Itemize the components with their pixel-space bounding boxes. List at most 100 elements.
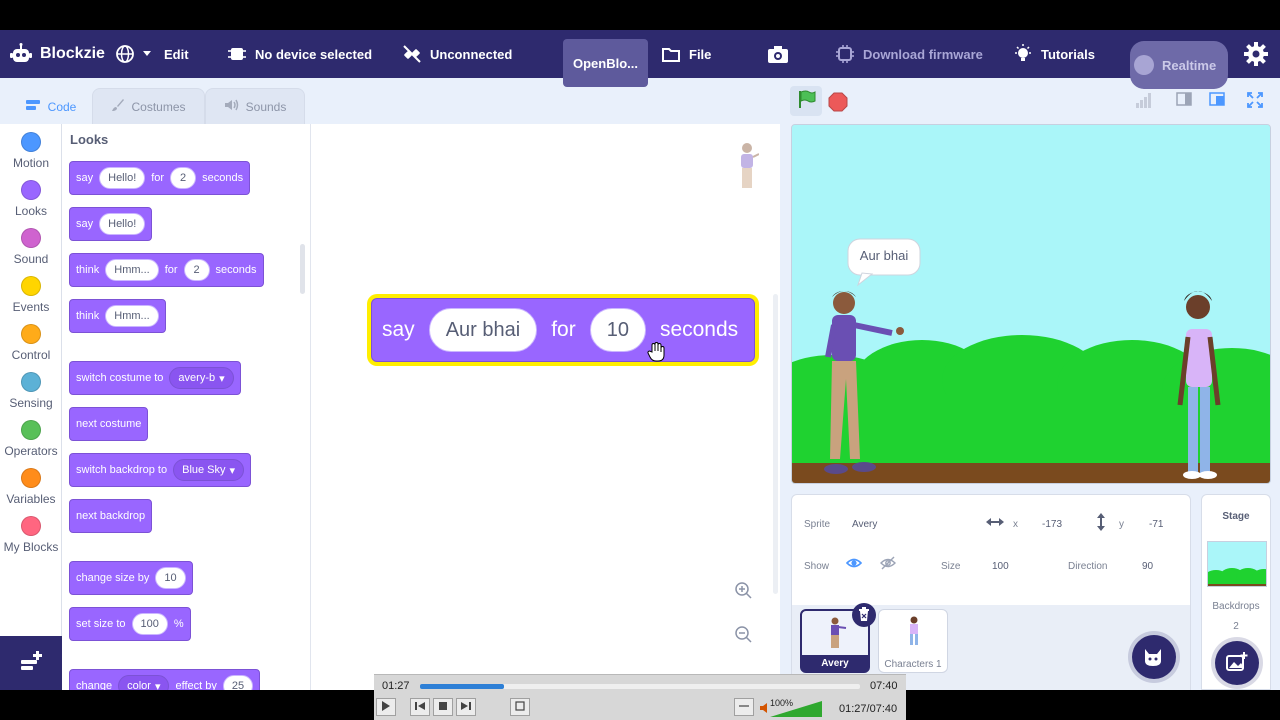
block-say[interactable]: say Hello! bbox=[69, 207, 153, 241]
volume-icon[interactable] bbox=[760, 703, 770, 716]
palette-scrollbar[interactable] bbox=[300, 244, 305, 294]
block-text: effect by bbox=[175, 680, 217, 690]
language-menu[interactable] bbox=[115, 30, 151, 78]
variables-dot bbox=[21, 468, 41, 488]
seek-bar[interactable] bbox=[420, 684, 860, 689]
fullscreen-button[interactable] bbox=[1247, 92, 1263, 113]
tab-sounds[interactable]: Sounds bbox=[205, 88, 305, 124]
add-sprite-button[interactable] bbox=[1132, 635, 1176, 679]
block-input[interactable]: Hmm... bbox=[105, 305, 159, 327]
caret-down-icon: ▾ bbox=[229, 464, 236, 477]
y-input[interactable]: -71 bbox=[1149, 519, 1163, 530]
script-area[interactable]: say Aur bhai for 10 seconds bbox=[310, 124, 780, 690]
tab-code[interactable]: Code bbox=[10, 88, 92, 124]
file-menu[interactable]: File bbox=[661, 30, 711, 78]
looks-dot bbox=[21, 180, 41, 200]
category-sound[interactable]: Sound bbox=[0, 228, 62, 266]
block-think-for[interactable]: think Hmm... for 2 seconds bbox=[69, 253, 264, 287]
volume-slider[interactable]: 100% bbox=[770, 698, 822, 717]
connection-status[interactable]: Unconnected bbox=[402, 30, 512, 78]
large-stage-button[interactable] bbox=[1209, 92, 1225, 111]
category-label: Looks bbox=[14, 204, 48, 218]
block-input[interactable]: 25 bbox=[222, 675, 254, 690]
stage-canvas[interactable]: Aur bhai bbox=[791, 124, 1271, 484]
show-visible-button[interactable] bbox=[845, 556, 863, 573]
fullscreen-icon bbox=[1247, 92, 1263, 112]
effect-dropdown[interactable]: color ▾ bbox=[118, 675, 170, 690]
tutorials-button[interactable]: Tutorials bbox=[1013, 30, 1095, 78]
aspect-button[interactable] bbox=[734, 698, 754, 716]
sprite-thumb-avery[interactable]: Avery bbox=[800, 603, 876, 673]
block-input[interactable]: Hello! bbox=[99, 167, 146, 189]
sprite-info-panel: Sprite Avery x -173 y -71 Show Size 100 … bbox=[791, 494, 1191, 690]
app-logo[interactable]: Blockzie bbox=[10, 30, 105, 78]
block-input[interactable]: 10 bbox=[155, 567, 186, 589]
stop-button[interactable] bbox=[828, 92, 848, 112]
category-looks[interactable]: Looks bbox=[0, 180, 62, 218]
trash-icon bbox=[858, 606, 870, 624]
stage-selector[interactable]: Stage Backdrops 2 bbox=[1201, 494, 1271, 690]
zoom-in-button[interactable] bbox=[731, 580, 755, 604]
skip-back-button[interactable] bbox=[410, 698, 430, 716]
block-say-for[interactable]: say Hello! for 2 seconds bbox=[69, 161, 251, 195]
block-switch-backdrop[interactable]: switch backdrop to Blue Sky ▾ bbox=[69, 453, 252, 487]
category-control[interactable]: Control bbox=[0, 324, 62, 362]
add-extension-icon bbox=[19, 650, 43, 677]
screenshot-button[interactable] bbox=[767, 30, 789, 78]
add-extension-button[interactable] bbox=[0, 636, 62, 690]
block-think[interactable]: think Hmm... bbox=[69, 299, 166, 333]
say-block[interactable]: say Aur bhai for 10 seconds bbox=[371, 298, 755, 362]
block-input[interactable]: Hello! bbox=[99, 213, 146, 235]
skip-forward-button[interactable] bbox=[456, 698, 476, 716]
costume-dropdown[interactable]: avery-b ▾ bbox=[169, 367, 234, 389]
block-next-backdrop[interactable]: next backdrop bbox=[69, 499, 153, 533]
green-flag-button[interactable] bbox=[790, 86, 822, 116]
edit-menu[interactable]: Edit bbox=[164, 30, 189, 78]
current-time: 01:27 bbox=[382, 680, 410, 692]
block-input[interactable]: Hmm... bbox=[105, 259, 159, 281]
category-my-blocks[interactable]: My Blocks bbox=[0, 516, 62, 554]
delete-sprite-button[interactable] bbox=[852, 603, 876, 627]
palette-section-title: Looks bbox=[70, 132, 109, 147]
category-events[interactable]: Events bbox=[0, 276, 62, 314]
x-input[interactable]: -173 bbox=[1042, 519, 1062, 530]
sprite-name-field[interactable]: Avery bbox=[852, 519, 877, 530]
device-selector[interactable]: No device selected bbox=[227, 30, 372, 78]
direction-input[interactable]: 90 bbox=[1142, 561, 1153, 572]
download-firmware-button[interactable]: Download firmware bbox=[835, 30, 983, 78]
block-input[interactable]: 2 bbox=[170, 167, 197, 189]
category-operators[interactable]: Operators bbox=[0, 420, 62, 458]
block-set-size[interactable]: set size to 100 % bbox=[69, 607, 191, 641]
block-switch-costume[interactable]: switch costume to avery-b ▾ bbox=[69, 361, 241, 395]
tab-costumes[interactable]: Costumes bbox=[92, 88, 205, 124]
block-input[interactable]: 2 bbox=[183, 259, 210, 281]
category-label: Control bbox=[11, 348, 51, 362]
script-scrollbar[interactable] bbox=[773, 294, 778, 594]
block-input[interactable]: 100 bbox=[131, 613, 168, 635]
robot-icon bbox=[10, 43, 32, 65]
backdrop-dropdown[interactable]: Blue Sky ▾ bbox=[173, 459, 245, 481]
sprite-thumb-characters-1[interactable]: Characters 1 bbox=[878, 609, 948, 673]
say-block-highlighted[interactable]: say Aur bhai for 10 seconds bbox=[367, 294, 759, 366]
show-hidden-button[interactable] bbox=[880, 556, 896, 573]
settings-button[interactable] bbox=[1244, 30, 1268, 78]
category-variables[interactable]: Variables bbox=[0, 468, 62, 506]
block-text: % bbox=[173, 618, 184, 630]
fullscreen-video-button[interactable] bbox=[510, 698, 530, 716]
block-change-size[interactable]: change size by 10 bbox=[69, 561, 193, 595]
stop-video-button[interactable] bbox=[433, 698, 453, 716]
category-sensing[interactable]: Sensing bbox=[0, 372, 62, 410]
play-button[interactable] bbox=[376, 698, 396, 716]
block-change-effect[interactable]: change color ▾ effect by 25 bbox=[69, 669, 261, 690]
block-next-costume[interactable]: next costume bbox=[69, 407, 149, 441]
category-motion[interactable]: Motion bbox=[0, 132, 62, 170]
size-input[interactable]: 100 bbox=[992, 561, 1009, 572]
seconds-input[interactable]: 10 bbox=[589, 308, 646, 352]
message-input[interactable]: Aur bhai bbox=[428, 308, 538, 352]
zoom-in-icon bbox=[734, 581, 752, 604]
video-player: 01:27 07:40 100% 01:27/07:40 bbox=[374, 674, 906, 720]
small-stage-button[interactable] bbox=[1176, 92, 1192, 111]
zoom-out-button[interactable] bbox=[731, 624, 755, 648]
add-backdrop-button[interactable] bbox=[1215, 641, 1259, 685]
backdrop-thumbnail bbox=[1207, 541, 1267, 587]
